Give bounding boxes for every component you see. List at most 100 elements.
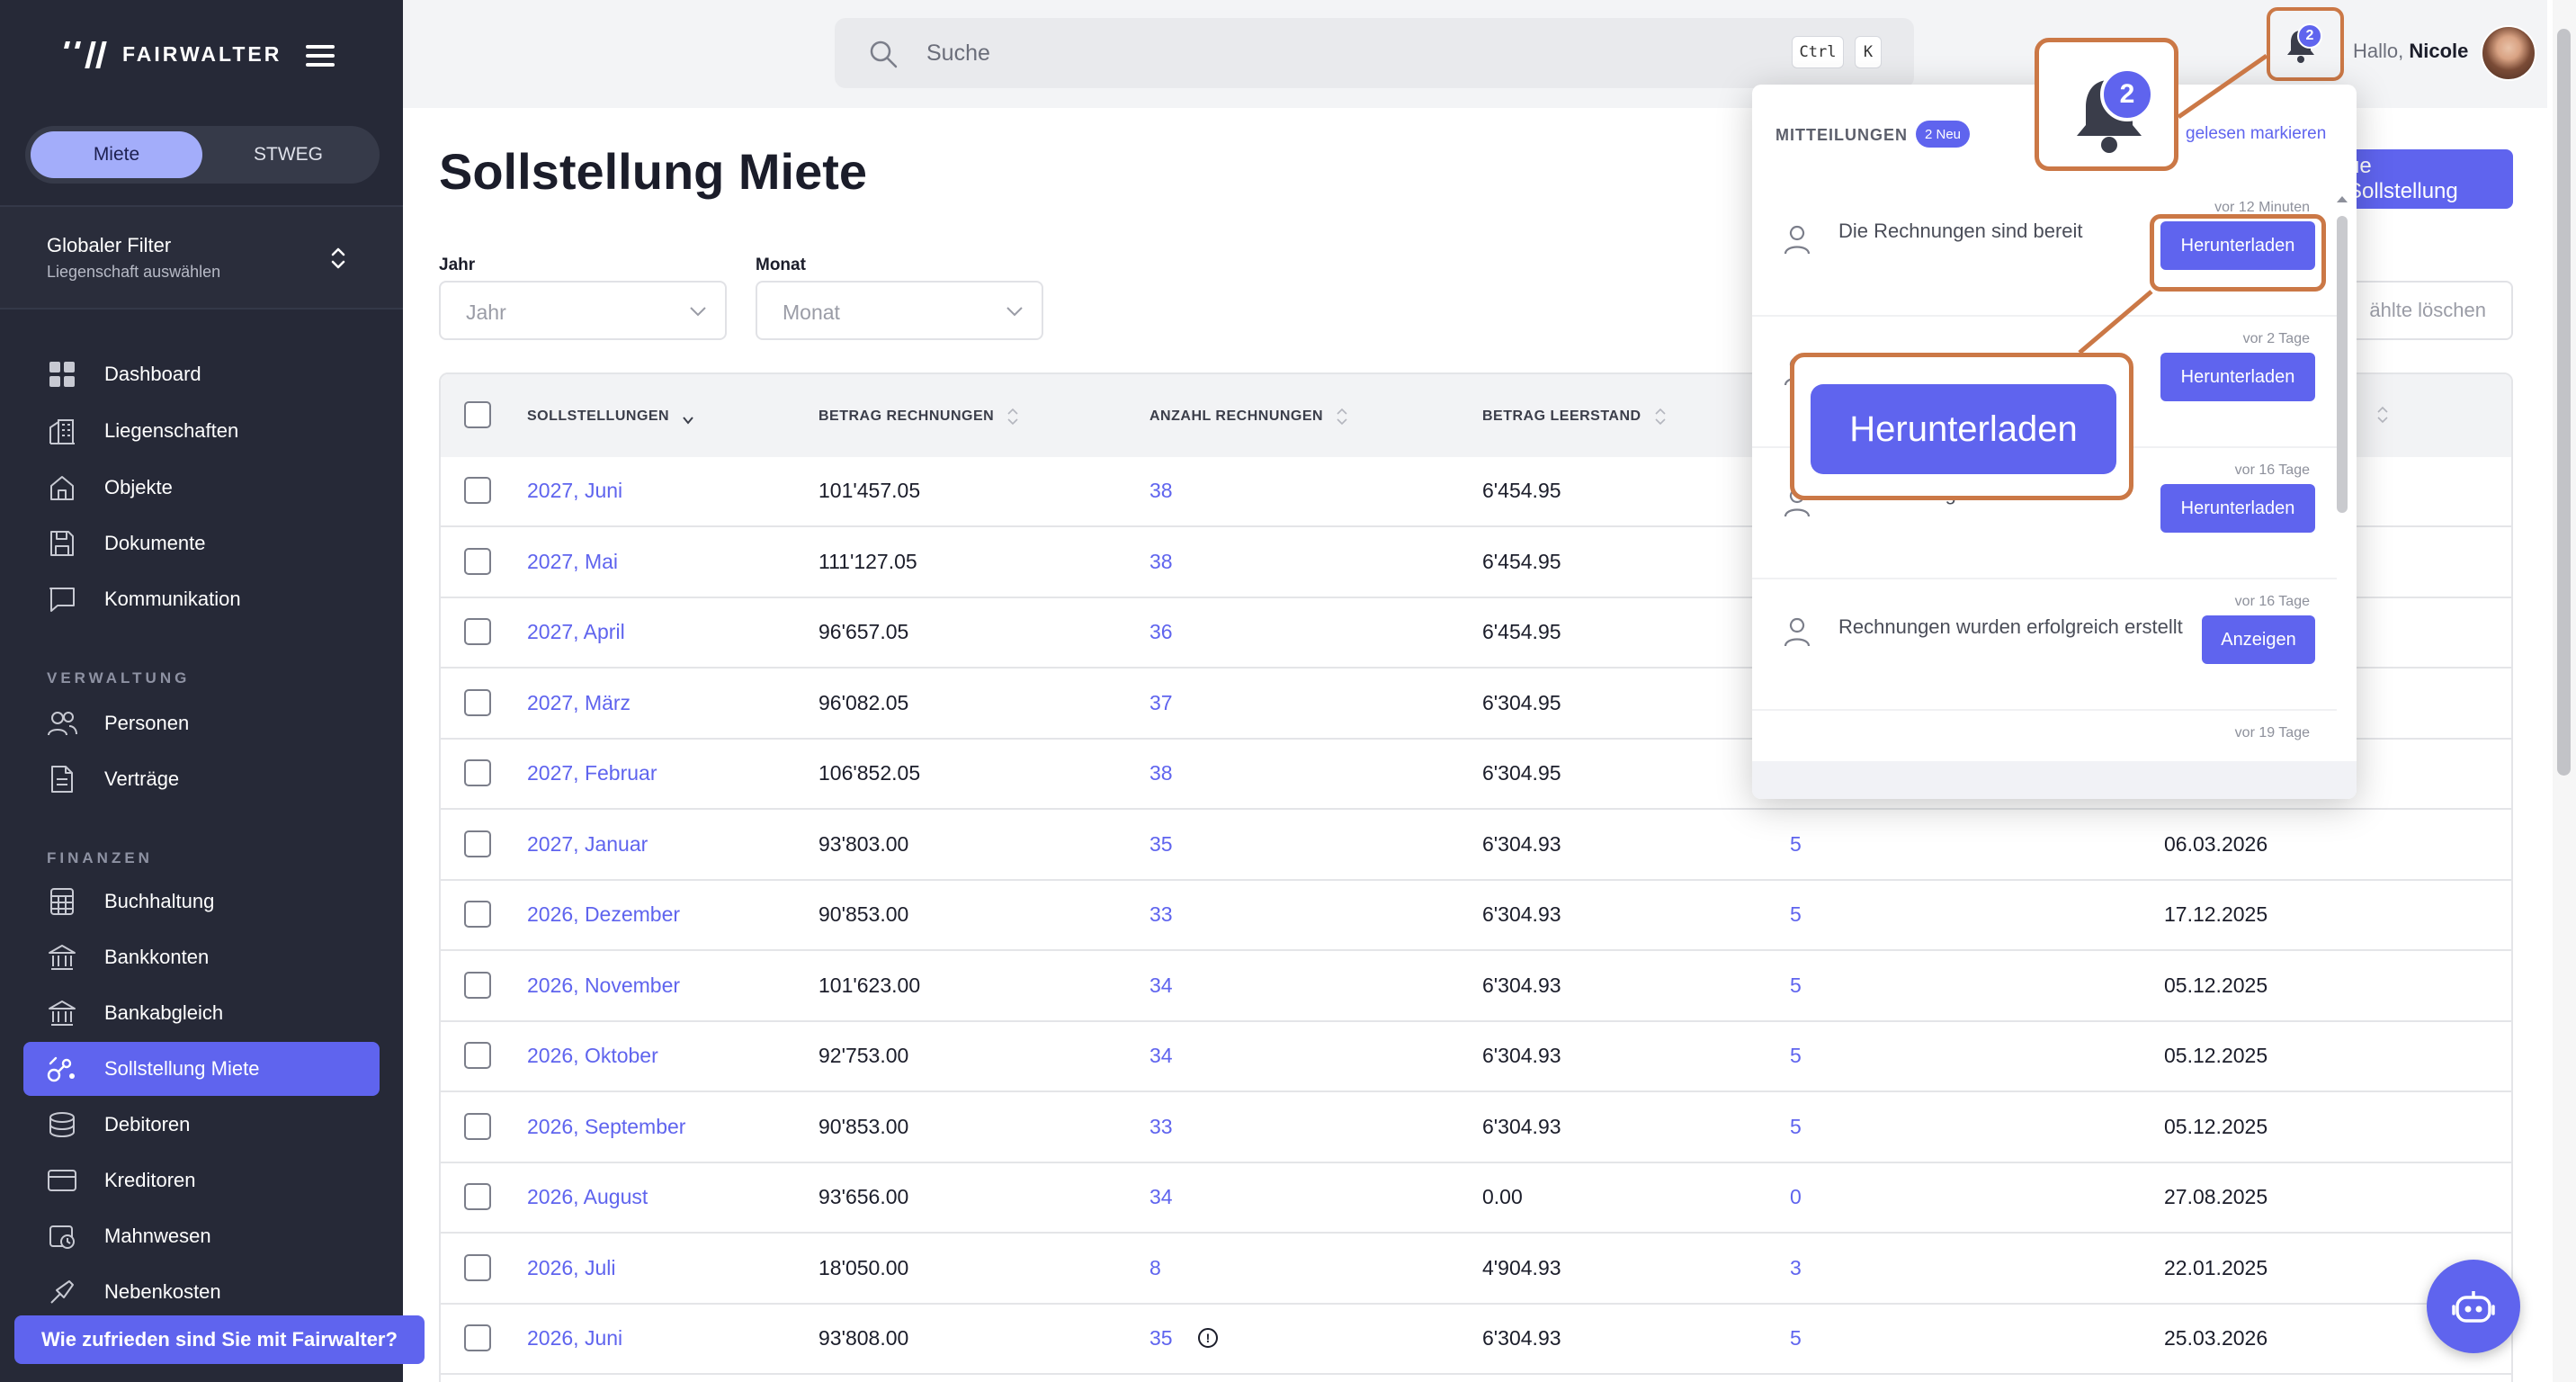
- toggle-stweg[interactable]: STWEG: [202, 131, 374, 178]
- sidebar-item-objekte[interactable]: Objekte: [23, 461, 380, 515]
- info-icon[interactable]: !: [1198, 1328, 1218, 1348]
- sidebar-item-debitoren[interactable]: Debitoren: [23, 1098, 380, 1152]
- download-button[interactable]: Herunterladen: [2160, 484, 2315, 533]
- cell-count[interactable]: 36: [1149, 620, 1173, 644]
- global-filter[interactable]: Globaler Filter Liegenschaft auswählen: [0, 205, 403, 310]
- month-select[interactable]: Monat: [756, 281, 1043, 340]
- sidebar-item-bankabgleich[interactable]: Bankabgleich: [23, 986, 380, 1040]
- cell-period[interactable]: 2027, April: [527, 620, 625, 644]
- column-betrag-rechnungen[interactable]: BETRAG RECHNUNGEN: [818, 407, 1019, 426]
- cell-open-count[interactable]: 5: [1790, 974, 1802, 998]
- column-anzahl-rechnungen[interactable]: ANZAHL RECHNUNGEN: [1149, 407, 1348, 426]
- sidebar-item-sollstellung-miete[interactable]: Sollstellung Miete: [23, 1042, 380, 1096]
- survey-button[interactable]: Wie zufrieden sind Sie mit Fairwalter?: [14, 1315, 425, 1364]
- row-checkbox[interactable]: [464, 1183, 491, 1210]
- cell-period[interactable]: 2027, Juni: [527, 479, 622, 503]
- scrollbar-thumb[interactable]: [2557, 29, 2571, 776]
- row-checkbox[interactable]: [464, 688, 491, 716]
- row-checkbox[interactable]: [464, 830, 491, 857]
- cell-period[interactable]: 2026, Juli: [527, 1256, 615, 1280]
- scrollbar-thumb[interactable]: [2337, 216, 2348, 513]
- sidebar-item-liegenschaften[interactable]: Liegenschaften: [23, 404, 380, 458]
- cell-count[interactable]: 34: [1149, 1044, 1173, 1068]
- cell-period[interactable]: 2027, Februar: [527, 761, 657, 785]
- cell-period[interactable]: 2027, Mai: [527, 550, 618, 574]
- avatar[interactable]: [2481, 25, 2536, 81]
- brand-logo[interactable]: FAIRWALTER: [61, 36, 282, 72]
- row-checkbox[interactable]: [464, 1042, 491, 1069]
- table-row[interactable]: 2026, August 93'656.00 34 0.00 0 27.08.2025: [441, 1163, 2511, 1234]
- sidebar-item-bankkonten[interactable]: Bankkonten: [23, 930, 380, 984]
- sidebar-item-nebenkosten[interactable]: Nebenkosten: [23, 1265, 380, 1319]
- toggle-miete[interactable]: Miete: [31, 131, 202, 178]
- cell-count[interactable]: 33: [1149, 902, 1173, 927]
- show-button[interactable]: Anzeigen: [2202, 615, 2315, 664]
- sidebar-item-kommunikation[interactable]: Kommunikation: [23, 572, 380, 626]
- cell-count[interactable]: 38: [1149, 479, 1173, 503]
- cell-count[interactable]: 37: [1149, 691, 1173, 715]
- sidebar-item-personen[interactable]: Personen: [23, 696, 380, 750]
- cell-open-count[interactable]: 3: [1790, 1256, 1802, 1280]
- column-betrag-leerstand[interactable]: BETRAG LEERSTAND: [1482, 407, 1667, 426]
- sidebar-item-buchhaltung[interactable]: Buchhaltung: [23, 875, 380, 929]
- user-greeting[interactable]: Hallo, Nicole: [2353, 40, 2468, 63]
- sidebar-item-vertraege[interactable]: Verträge: [23, 752, 380, 806]
- select-all-checkbox[interactable]: [464, 401, 491, 428]
- row-checkbox[interactable]: [464, 971, 491, 999]
- cell-count[interactable]: 38: [1149, 550, 1173, 574]
- new-sollstellung-button[interactable]: ue Sollstellung: [2348, 149, 2513, 209]
- cell-count[interactable]: 34: [1149, 974, 1173, 998]
- row-checkbox[interactable]: [464, 1112, 491, 1140]
- cell-count[interactable]: 34: [1149, 1185, 1173, 1209]
- row-checkbox[interactable]: [464, 1253, 491, 1281]
- download-button[interactable]: Herunterladen: [2160, 353, 2315, 401]
- sidebar-item-mahnwesen[interactable]: Mahnwesen: [23, 1209, 380, 1263]
- cell-open-count[interactable]: 5: [1790, 1326, 1802, 1351]
- row-checkbox[interactable]: [464, 477, 491, 504]
- table-row[interactable]: 2026, Juni 93'808.00 35 6'304.93 5 25.03.2026…: [441, 1305, 2511, 1375]
- mark-read-link[interactable]: gelesen markieren: [2186, 124, 2326, 144]
- cell-open-count[interactable]: 5: [1790, 832, 1802, 857]
- cell-count[interactable]: 33: [1149, 1115, 1173, 1139]
- cell-count[interactable]: 35: [1149, 1326, 1173, 1351]
- row-checkbox[interactable]: [464, 901, 491, 928]
- column-sollstellungen[interactable]: SOLLSTELLUNGEN: [527, 407, 694, 426]
- cell-vacancy: 6'454.95: [1482, 479, 1561, 502]
- table-row[interactable]: 2026, September 90'853.00 33 6'304.93 5 05.12…: [441, 1093, 2511, 1163]
- row-checkbox[interactable]: [464, 759, 491, 786]
- cell-period[interactable]: 2026, August: [527, 1185, 648, 1209]
- row-checkbox[interactable]: [464, 618, 491, 645]
- scroll-up-icon[interactable]: [2331, 193, 2353, 205]
- page-scrollbar[interactable]: [2553, 0, 2576, 1382]
- sidebar-item-dashboard[interactable]: Dashboard: [23, 347, 380, 401]
- cell-period[interactable]: 2026, Oktober: [527, 1044, 658, 1068]
- assistant-bot-button[interactable]: [2427, 1260, 2520, 1353]
- cell-period[interactable]: 2026, Juni: [527, 1326, 622, 1351]
- row-checkbox[interactable]: [464, 547, 491, 575]
- table-row[interactable]: 2026, Oktober 92'753.00 34 6'304.93 5 05.12.2…: [441, 1022, 2511, 1092]
- sort-icon[interactable]: [2376, 405, 2389, 425]
- search-input[interactable]: Suche Ctrl K: [835, 18, 1914, 88]
- cell-period[interactable]: 2026, September: [527, 1115, 685, 1139]
- year-select[interactable]: Jahr: [439, 281, 727, 340]
- cell-period[interactable]: 2027, Januar: [527, 832, 648, 857]
- table-row[interactable]: 2027, Januar 93'803.00 35 6'304.93 5 06.03.20…: [441, 811, 2511, 881]
- menu-icon[interactable]: [306, 45, 335, 67]
- cell-open-count[interactable]: 5: [1790, 902, 1802, 927]
- cell-period[interactable]: 2026, November: [527, 974, 680, 998]
- cell-open-count[interactable]: 5: [1790, 1044, 1802, 1068]
- cell-period[interactable]: 2026, Dezember: [527, 902, 680, 927]
- table-row[interactable]: 2026, Juli 18'050.00 8 4'904.93 3 22.01.2025: [441, 1234, 2511, 1305]
- cell-count[interactable]: 35: [1149, 832, 1173, 857]
- table-row[interactable]: 2026, Dezember 90'853.00 33 6'304.93 5 17.12.…: [441, 881, 2511, 951]
- cell-open-count[interactable]: 0: [1790, 1185, 1802, 1209]
- cell-count[interactable]: 38: [1149, 761, 1173, 785]
- cell-open-count[interactable]: 5: [1790, 1115, 1802, 1139]
- sidebar-item-dokumente[interactable]: Dokumente: [23, 516, 380, 570]
- table-row[interactable]: 2026, November 101'623.00 34 6'304.93 5 05.12…: [441, 952, 2511, 1022]
- cell-count[interactable]: 8: [1149, 1256, 1161, 1280]
- row-checkbox[interactable]: [464, 1324, 491, 1351]
- notifications-scrollbar[interactable]: [2331, 193, 2353, 752]
- sidebar-item-kreditoren[interactable]: Kreditoren: [23, 1153, 380, 1207]
- cell-period[interactable]: 2027, März: [527, 691, 631, 715]
